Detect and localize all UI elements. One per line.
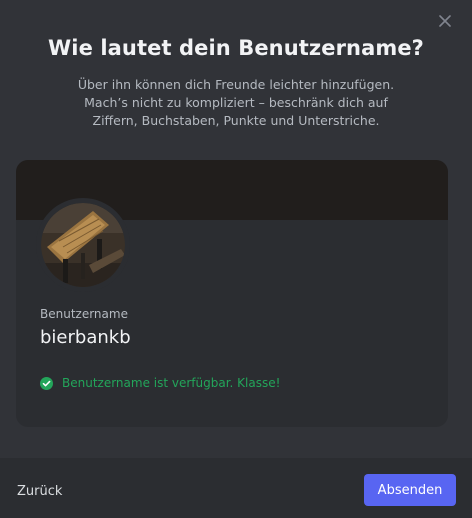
check-circle-icon [40, 376, 53, 390]
username-status: Benutzername ist verfügbar. Klasse! [40, 376, 280, 390]
modal-title: Wie lautet dein Benutzername? [48, 36, 424, 60]
username-modal: Wie lautet dein Benutzername? Über ihn k… [0, 0, 472, 518]
subtitle-line: Mach’s nicht zu kompliziert – beschränk … [84, 95, 388, 110]
profile-avatar [41, 203, 125, 287]
profile-preview-card: Benutzername bierbankb Benutzername ist … [16, 160, 448, 427]
close-icon [439, 15, 451, 27]
modal-subtitle: Über ihn können dich Freunde leichter hi… [40, 76, 432, 130]
submit-button[interactable]: Absenden [364, 474, 456, 506]
close-button[interactable] [436, 12, 454, 30]
back-button[interactable]: Zurück [17, 484, 62, 499]
avatar [36, 198, 130, 292]
modal-footer: Zurück Absenden [0, 458, 472, 518]
status-message: Benutzername ist verfügbar. Klasse! [62, 376, 281, 390]
username-value: bierbankb [40, 327, 131, 348]
subtitle-line: Ziffern, Buchstaben, Punkte und Unterstr… [92, 113, 380, 128]
subtitle-line: Über ihn können dich Freunde leichter hi… [77, 77, 395, 92]
username-field-label: Benutzername [40, 307, 128, 321]
